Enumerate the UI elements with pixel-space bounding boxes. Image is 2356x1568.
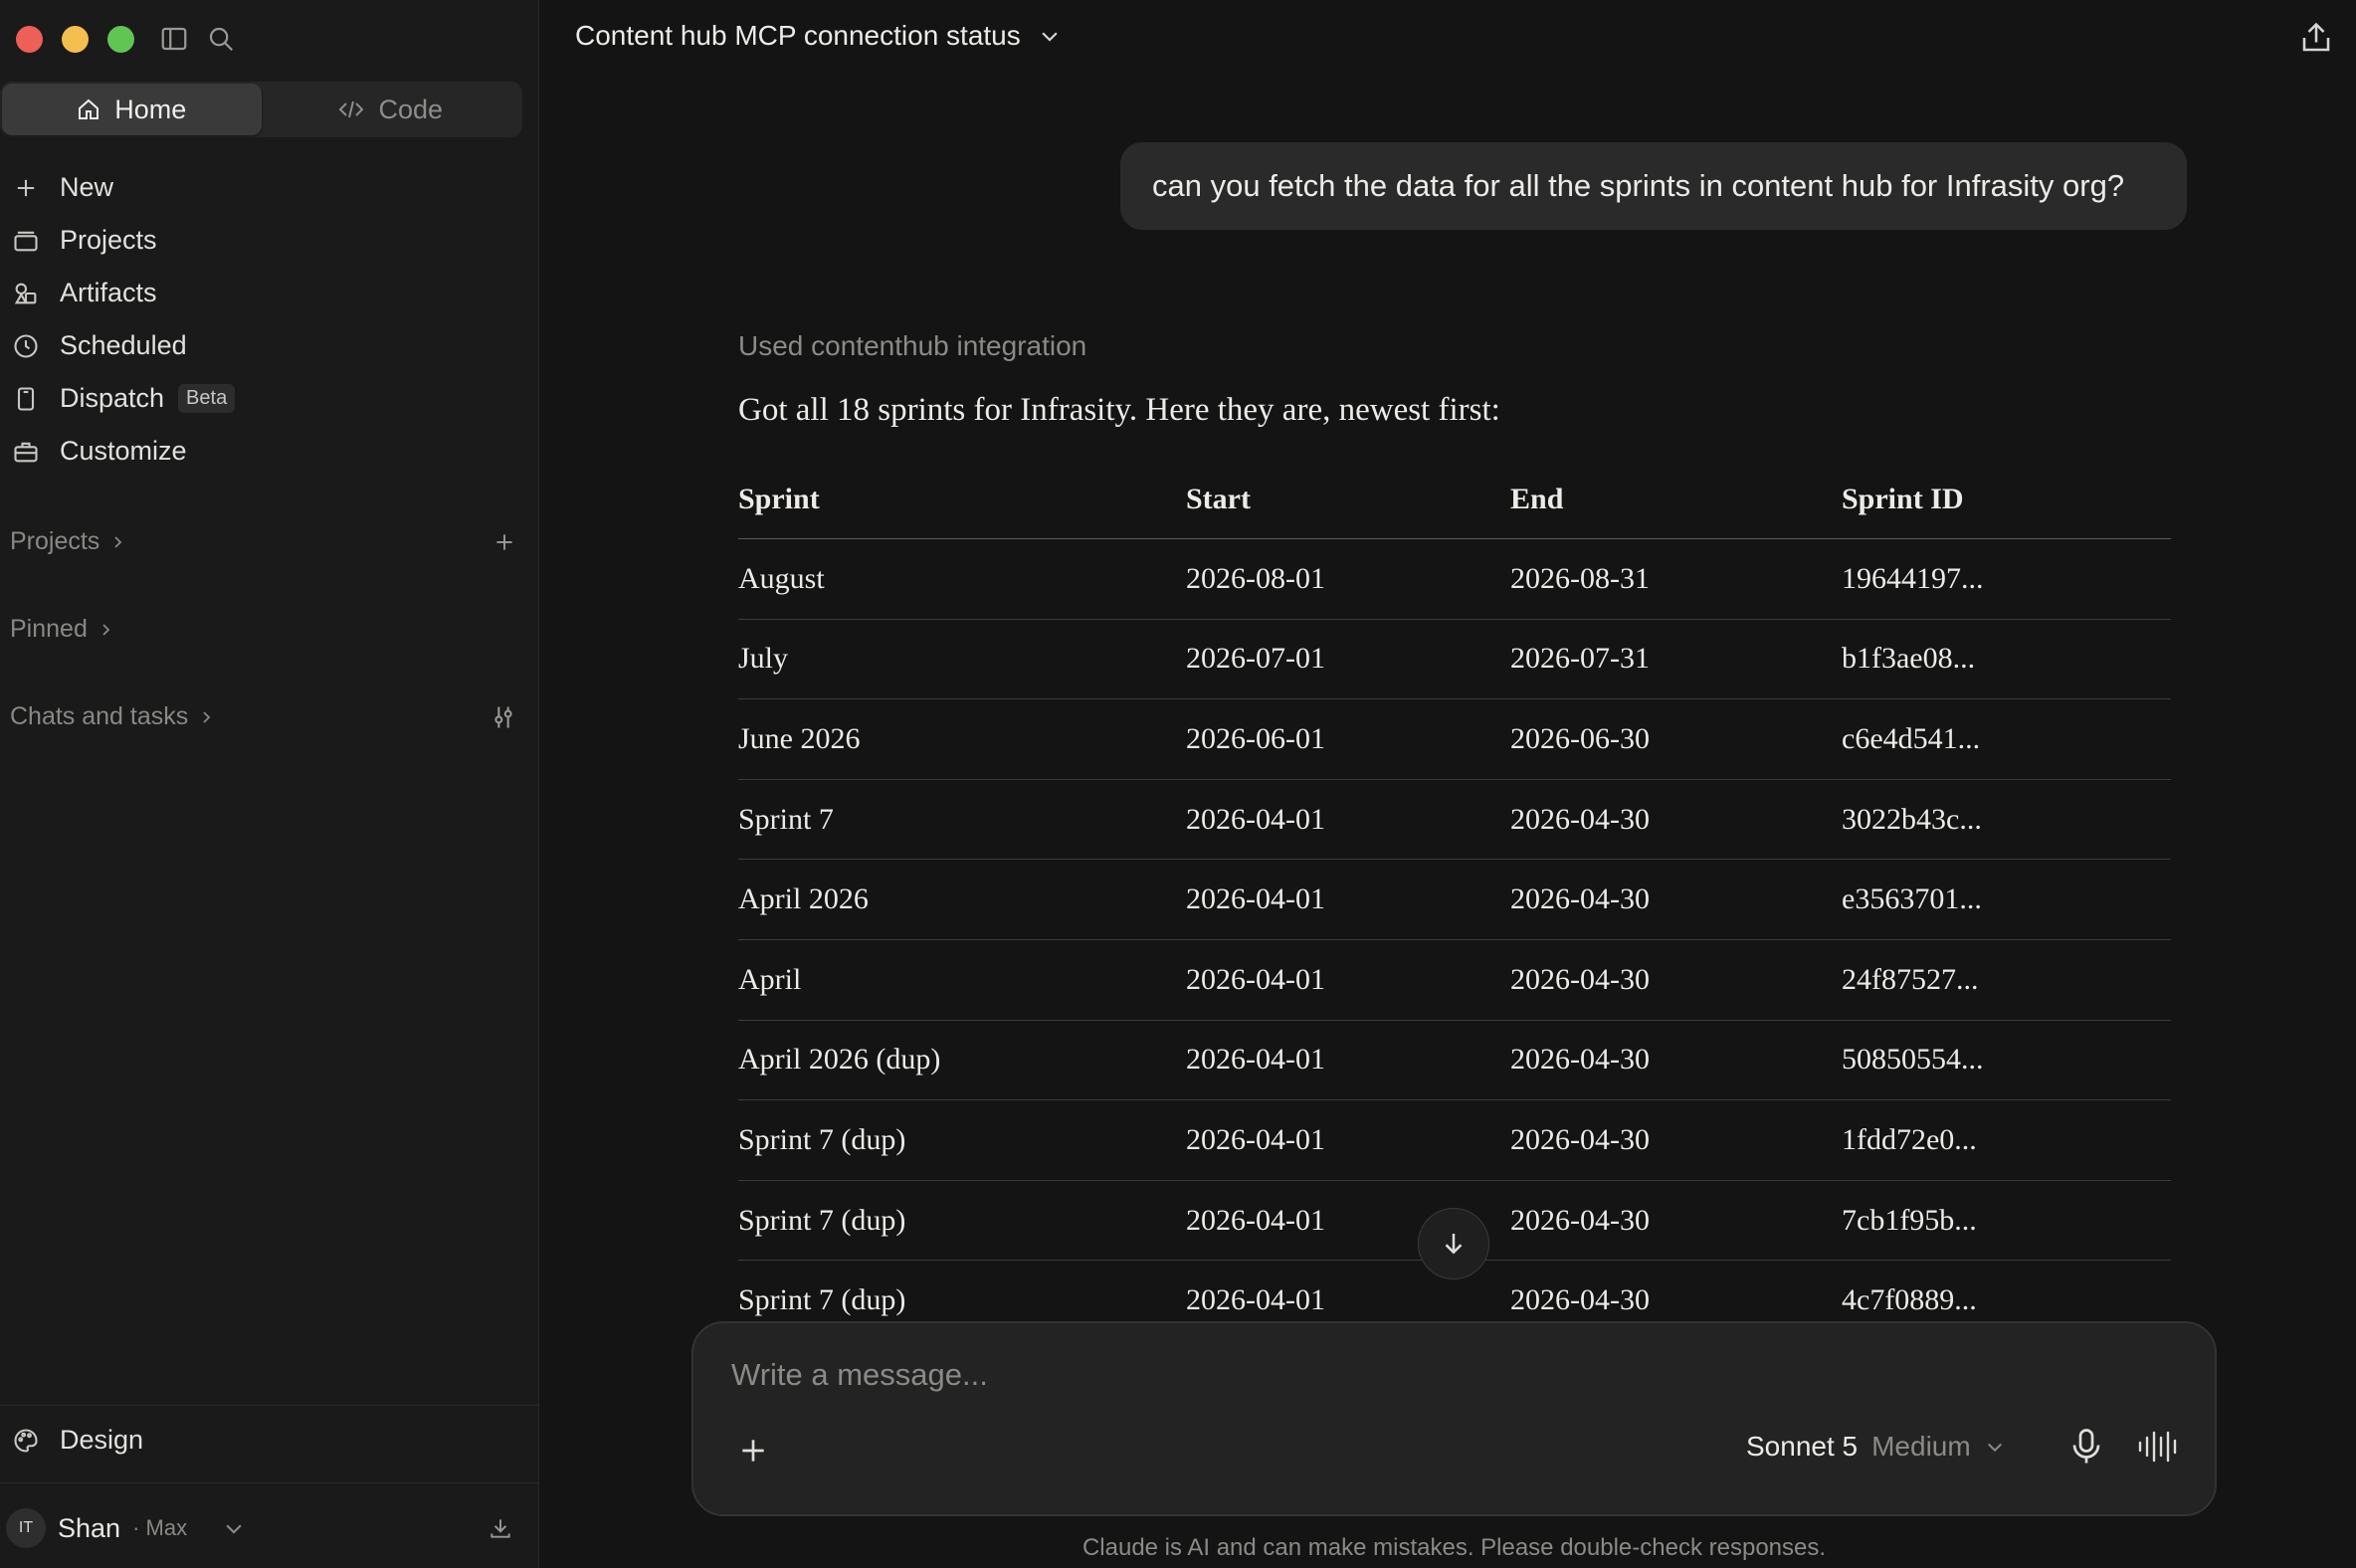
- table-cell: 2026-04-30: [1510, 1122, 1650, 1156]
- table-cell: 50850554...: [1842, 1043, 1984, 1077]
- table-cell: Sprint 7 (dup): [738, 1283, 906, 1317]
- user-plan: · Max: [132, 1515, 188, 1540]
- table-cell: 2026-04-01: [1186, 1283, 1325, 1317]
- table-cell: 2026-04-30: [1510, 802, 1650, 836]
- table-row: April 2026 (dup) 2026-04-01 2026-04-30 5085…: [738, 1021, 2171, 1101]
- table-cell: 2026-04-01: [1186, 802, 1325, 836]
- table-cell: 24f87527...: [1842, 962, 1979, 996]
- scroll-to-bottom-button[interactable]: [1418, 1208, 1489, 1279]
- table-cell: 2026-04-30: [1510, 962, 1650, 996]
- table-cell: 3022b43c...: [1842, 802, 1982, 836]
- table-header-row: Sprint Start End Sprint ID: [738, 460, 2171, 539]
- model-name: Sonnet 5: [1746, 1431, 1859, 1462]
- table-header-start: Start: [1186, 482, 1251, 515]
- message-input[interactable]: [731, 1349, 2124, 1401]
- table-cell: April 2026: [738, 882, 869, 916]
- table-header-sprint: Sprint: [738, 482, 820, 515]
- table-cell: April 2026 (dup): [738, 1043, 941, 1077]
- table-cell: b1f3ae08...: [1842, 642, 1976, 676]
- user-name: Shan: [58, 1512, 121, 1543]
- table-row: June 2026 2026-06-01 2026-06-30 c6e4d541...: [738, 699, 2171, 780]
- table-row: July 2026-07-01 2026-07-31 b1f3ae08...: [738, 620, 2171, 700]
- disclaimer: Claude is AI and can make mistakes. Plea…: [1081, 1534, 1827, 1561]
- message-composer: Sonnet 5 Medium: [691, 1321, 2217, 1516]
- table-cell: April: [738, 962, 802, 996]
- table-cell: 1fdd72e0...: [1842, 1122, 1977, 1156]
- table-row: April 2026-04-01 2026-04-30 24f87527...: [738, 940, 2171, 1021]
- table-cell: c6e4d541...: [1842, 721, 1981, 755]
- table-cell: 2026-08-01: [1186, 561, 1325, 595]
- table-cell: 2026-04-01: [1186, 1122, 1325, 1156]
- table-cell: 2026-04-01: [1186, 882, 1325, 916]
- table-cell: 2026-04-30: [1510, 882, 1650, 916]
- user-menu[interactable]: IT Shan · Max: [6, 1508, 513, 1548]
- table-clip: Sprint Start End Sprint ID August 2026-08…: [0, 0, 2356, 1323]
- table-cell: Sprint 7 (dup): [738, 1203, 906, 1237]
- palette-icon: [14, 1428, 38, 1453]
- sprints-table: Sprint Start End Sprint ID August 2026-08…: [738, 460, 2171, 1323]
- divider: [0, 1405, 539, 1406]
- arrow-down-icon: [1445, 1234, 1463, 1255]
- table-cell: June 2026: [738, 721, 861, 755]
- table-cell: 2026-04-30: [1510, 1283, 1650, 1317]
- model-effort: Medium: [1871, 1431, 1971, 1462]
- table-cell: e3563701...: [1842, 882, 1982, 916]
- table-header-end: End: [1510, 482, 1564, 515]
- table-cell: 7cb1f95b...: [1842, 1203, 1977, 1237]
- chevron-down-icon: [1987, 1443, 2002, 1453]
- microphone-icon[interactable]: [2068, 1427, 2104, 1467]
- table-row: April 2026 2026-04-01 2026-04-30 e3563701..…: [738, 860, 2171, 940]
- model-selector[interactable]: Sonnet 5 Medium: [1746, 1431, 2005, 1463]
- table-cell: 2026-07-01: [1186, 642, 1325, 676]
- table-cell: 2026-07-31: [1510, 642, 1650, 676]
- table-row: August 2026-08-01 2026-08-31 19644197...: [738, 539, 2171, 620]
- table-cell: 2026-06-01: [1186, 721, 1325, 755]
- table-cell: 2026-04-30: [1510, 1203, 1650, 1237]
- table-cell: 19644197...: [1842, 561, 1984, 595]
- table-cell: 2026-04-30: [1510, 1043, 1650, 1077]
- table-row: Sprint 7 (dup) 2026-04-01 2026-04-30 1fdd72…: [738, 1100, 2171, 1181]
- download-icon[interactable]: [488, 1515, 513, 1541]
- voice-mode-icon[interactable]: [2136, 1429, 2180, 1465]
- table-cell: 2026-06-30: [1510, 721, 1650, 755]
- add-attachment-icon[interactable]: [737, 1435, 769, 1467]
- table-cell: 2026-08-31: [1510, 561, 1650, 595]
- avatar: IT: [6, 1508, 46, 1548]
- table-cell: 4c7f0889...: [1842, 1283, 1977, 1317]
- chevron-down-icon: [226, 1524, 242, 1534]
- table-cell: July: [738, 642, 789, 676]
- table-cell: August: [738, 561, 825, 595]
- table-cell: Sprint 7 (dup): [738, 1122, 906, 1156]
- divider: [0, 1482, 539, 1483]
- table-cell: Sprint 7: [738, 802, 834, 836]
- sidebar-item-design[interactable]: Design: [12, 1425, 143, 1456]
- table-cell: 2026-04-01: [1186, 962, 1325, 996]
- table-row: Sprint 7 2026-04-01 2026-04-30 3022b43c...: [738, 780, 2171, 861]
- table-cell: 2026-04-01: [1186, 1043, 1325, 1077]
- design-label: Design: [60, 1425, 144, 1455]
- table-header-sprint-id: Sprint ID: [1842, 482, 1964, 515]
